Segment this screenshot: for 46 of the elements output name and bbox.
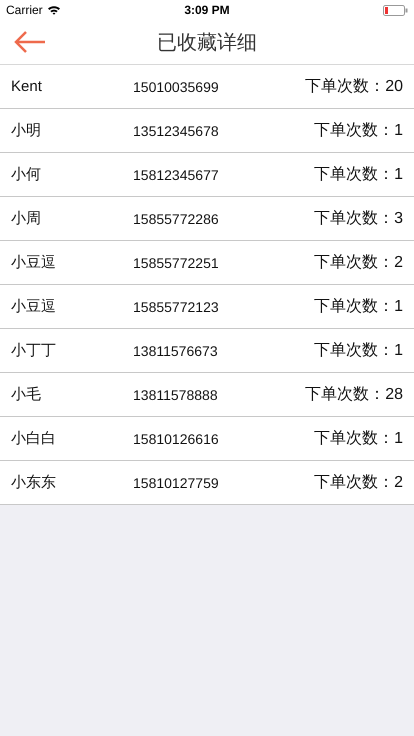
contact-name: 小白白 bbox=[11, 429, 57, 448]
carrier-label: Carrier bbox=[6, 3, 43, 17]
phone-number: 15010035699 bbox=[133, 78, 220, 94]
phone-number: 15810127759 bbox=[133, 474, 220, 490]
contact-name: 小明 bbox=[11, 121, 42, 140]
contact-row[interactable]: 小何 15812345677 下单次数：1 bbox=[0, 153, 414, 197]
order-count: 下单次数：2 bbox=[314, 473, 403, 493]
contact-row[interactable]: 小东东 15810127759 下单次数：2 bbox=[0, 461, 414, 505]
order-count: 下单次数：1 bbox=[314, 121, 403, 141]
contact-name: 小毛 bbox=[11, 385, 42, 404]
contact-row[interactable]: 小周 15855772286 下单次数：3 bbox=[0, 197, 414, 241]
battery-icon bbox=[383, 4, 408, 16]
phone-number: 13811576673 bbox=[133, 342, 219, 358]
contact-name: 小丁丁 bbox=[11, 341, 57, 360]
contact-row[interactable]: Kent 15010035699 下单次数：20 bbox=[0, 65, 414, 109]
order-count: 下单次数：1 bbox=[314, 429, 403, 449]
contact-row[interactable]: 小明 13512345678 下单次数：1 bbox=[0, 109, 414, 153]
phone-number: 15855772123 bbox=[133, 298, 220, 314]
status-time: 3:09 PM bbox=[184, 3, 230, 17]
contact-name: 小何 bbox=[11, 165, 42, 184]
contact-row[interactable]: 小豆逗 15855772251 下单次数：2 bbox=[0, 241, 414, 285]
phone-number: 15855772286 bbox=[133, 210, 220, 226]
contact-row[interactable]: 小毛 13811578888 下单次数：28 bbox=[0, 373, 414, 417]
contact-name: Kent bbox=[11, 78, 43, 95]
phone-number: 13512345678 bbox=[133, 122, 220, 138]
contact-name: 小豆逗 bbox=[11, 253, 57, 272]
order-count: 下单次数：28 bbox=[305, 385, 403, 405]
order-count: 下单次数：3 bbox=[314, 209, 403, 229]
back-arrow-icon bbox=[14, 31, 46, 53]
contact-name: 小周 bbox=[11, 209, 42, 228]
phone-number: 15812345677 bbox=[133, 166, 220, 182]
contact-name: 小豆逗 bbox=[11, 297, 57, 316]
contact-row[interactable]: 小白白 15810126616 下单次数：1 bbox=[0, 417, 414, 461]
order-count: 下单次数：1 bbox=[314, 341, 403, 361]
order-count: 下单次数：1 bbox=[314, 297, 403, 317]
contact-row[interactable]: 小豆逗 15855772123 下单次数：1 bbox=[0, 285, 414, 329]
wifi-icon bbox=[46, 5, 61, 15]
contact-name: 小东东 bbox=[11, 473, 57, 492]
phone-number: 13811578888 bbox=[133, 386, 219, 402]
order-count: 下单次数：2 bbox=[314, 253, 403, 273]
phone-number: 15810126616 bbox=[133, 430, 220, 446]
order-count: 下单次数：20 bbox=[305, 77, 403, 97]
page-title: 已收藏详细 bbox=[157, 30, 257, 56]
order-count: 下单次数：1 bbox=[314, 165, 403, 185]
contact-row[interactable]: 小丁丁 13811576673 下单次数：1 bbox=[0, 329, 414, 373]
phone-number: 15855772251 bbox=[133, 254, 220, 270]
